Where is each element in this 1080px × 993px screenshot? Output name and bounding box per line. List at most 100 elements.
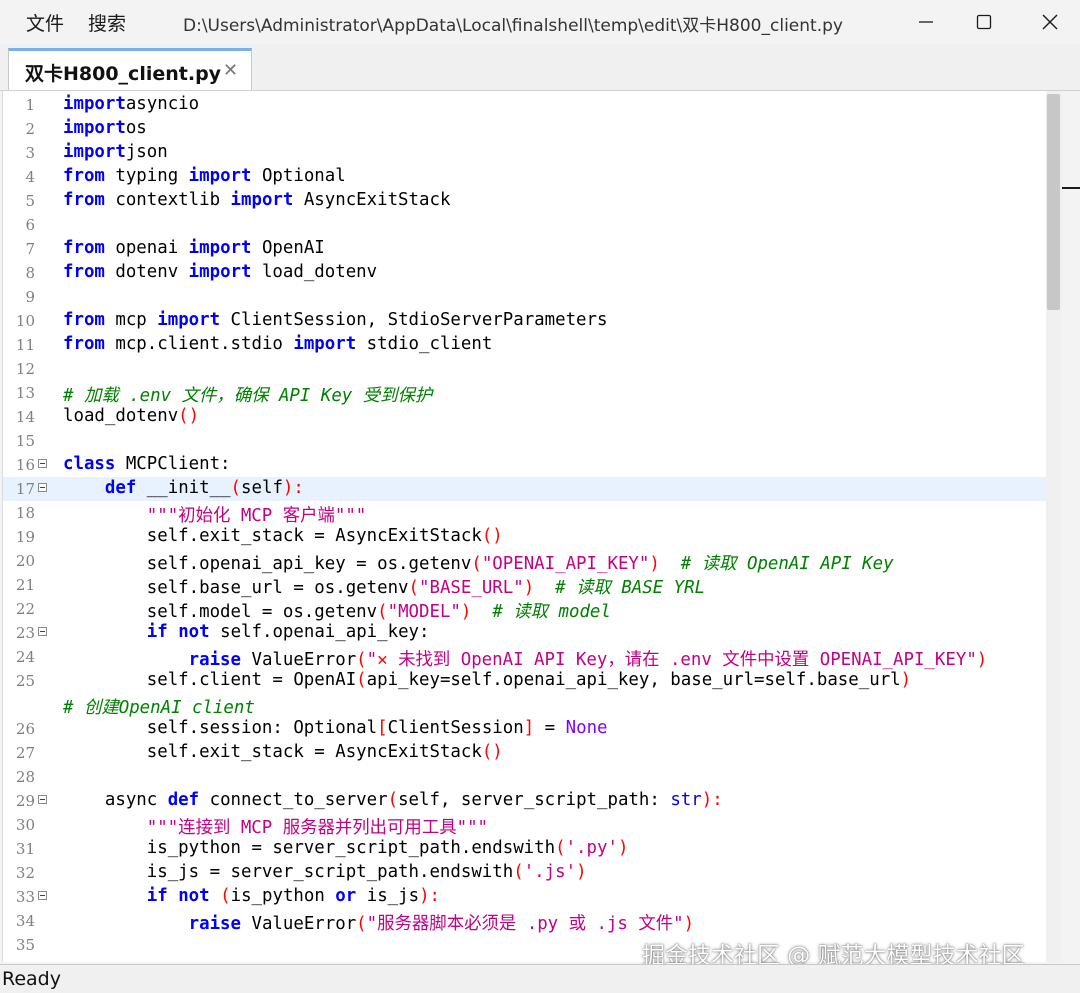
scrollbar-thumb[interactable] <box>1047 94 1060 310</box>
code-text: importasyncio <box>63 94 199 114</box>
code-token: import <box>188 262 252 282</box>
code-line[interactable]: 31 is_python = server_script_path.endswi… <box>3 837 1047 861</box>
code-token: import <box>293 334 357 354</box>
code-line[interactable]: 2 importos <box>3 117 1047 141</box>
code-token: () <box>178 406 200 426</box>
close-window-button[interactable] <box>1020 0 1080 44</box>
code-token: connect_to_server <box>199 790 388 810</box>
code-token: ) <box>649 554 660 574</box>
code-text: from typing import Optional <box>63 166 346 186</box>
fold-toggle-icon[interactable] <box>38 795 47 804</box>
code-line[interactable]: 7 from openai import OpenAI <box>3 237 1047 261</box>
code-line[interactable]: 10 from mcp import ClientSession, StdioSe… <box>3 309 1047 333</box>
code-token: Optional <box>251 166 346 186</box>
code-token: ( <box>377 602 388 622</box>
code-line[interactable]: 18 """初始化 MCP 客户端""" <box>3 501 1047 526</box>
code-line[interactable]: 24 raise ValueError("✕ 未找到 OpenAI API Ke… <box>3 645 1047 670</box>
code-line[interactable]: 20 self.openai_api_key = os.getenv("OPEN… <box>3 549 1047 574</box>
line-number: 33 <box>15 888 35 906</box>
line-number: 31 <box>15 840 35 858</box>
code-token: ) <box>976 650 988 670</box>
tab-label: 双卡H800_client.py <box>25 63 222 85</box>
code-token: raise <box>188 650 241 670</box>
code-token: ( <box>471 554 482 574</box>
code-line[interactable]: 16 class MCPClient: <box>3 453 1047 477</box>
code-token: ) <box>900 670 912 690</box>
code-token: = <box>534 718 566 738</box>
code-line[interactable]: 3 importjson <box>3 141 1047 165</box>
code-line[interactable]: 19 self.exit_stack = AsyncExitStack() <box>3 525 1047 549</box>
code-token: ValueError <box>241 650 357 670</box>
code-token: from <box>63 238 105 258</box>
code-line[interactable]: 21 self.base_url = os.getenv("BASE_URL")… <box>3 573 1047 599</box>
code-line[interactable]: 22 self.model = os.getenv("MODEL") # 读取 … <box>3 597 1047 622</box>
menu-file[interactable]: 文件 <box>26 9 64 36</box>
line-number: 4 <box>25 168 35 186</box>
code-line[interactable]: 8 from dotenv import load_dotenv <box>3 261 1047 285</box>
line-number: 6 <box>25 216 35 234</box>
fold-toggle-icon[interactable] <box>38 483 47 492</box>
code-line[interactable]: 32 is_js = server_script_path.endswith('… <box>3 861 1047 885</box>
code-text: async def connect_to_server(self, server… <box>63 790 723 810</box>
tab-file[interactable]: 双卡H800_client.py ✕ <box>8 48 252 90</box>
code-line[interactable]: 29 async def connect_to_server(self, ser… <box>3 789 1047 813</box>
code-line[interactable]: 12 <box>3 357 1047 381</box>
code-token: ( <box>220 886 231 906</box>
code-line[interactable]: 30 """连接到 MCP 服务器并列出可用工具""" <box>3 813 1047 839</box>
code-token: [ <box>377 718 388 738</box>
fold-toggle-icon[interactable] <box>38 459 47 468</box>
code-line[interactable]: 23 if not self.openai_api_key: <box>3 621 1047 645</box>
code-line[interactable]: 28 <box>3 765 1047 789</box>
fold-toggle-icon[interactable] <box>38 891 47 900</box>
code-line[interactable]: 9 <box>3 285 1047 309</box>
code-line[interactable]: 11 from mcp.client.stdio import stdio_cli… <box>3 333 1047 357</box>
code-text: importos <box>63 118 147 138</box>
code-token: ) <box>460 602 472 622</box>
code-token: import <box>188 166 252 186</box>
code-token: def <box>104 478 137 498</box>
menu-search[interactable]: 搜索 <box>88 9 126 36</box>
code-token: ( <box>230 478 242 498</box>
code-line[interactable]: 34 raise ValueError("服务器脚本必须是 .py 或 .js … <box>3 909 1047 934</box>
code-line[interactable]: 15 <box>3 429 1047 453</box>
code-line[interactable]: 17 def __init__(self): <box>3 477 1047 501</box>
line-number: 34 <box>15 912 35 930</box>
code-token: is_python = server_script_path.endswith <box>63 838 556 858</box>
line-number: 27 <box>15 744 35 762</box>
fold-toggle-icon[interactable] <box>38 627 47 636</box>
code-token: None <box>565 718 608 738</box>
minimize-button[interactable] <box>896 0 956 44</box>
code-line[interactable]: 4 from typing import Optional <box>3 165 1047 189</box>
code-token: load_dotenv <box>63 406 179 426</box>
code-token: '.js' <box>523 862 577 882</box>
code-token: self.exit_stack = AsyncExitStack <box>63 742 482 762</box>
line-number: 28 <box>15 768 35 786</box>
code-text: load_dotenv() <box>63 406 199 426</box>
code-line[interactable]: 33 if not (is_python or is_js): <box>3 885 1047 909</box>
code-line[interactable]: 27 self.exit_stack = AsyncExitStack() <box>3 741 1047 765</box>
code-line[interactable]: 1 importasyncio <box>3 93 1047 117</box>
code-text: """连接到 MCP 服务器并列出可用工具""" <box>63 814 488 839</box>
code-token: import <box>63 94 126 114</box>
code-line[interactable]: 26 self.session: Optional[ClientSession]… <box>3 717 1047 741</box>
code-token: api_key=self.openai_api_key, base_url=se… <box>366 670 901 690</box>
code-line[interactable]: 14 load_dotenv() <box>3 405 1047 429</box>
tab-close-icon[interactable]: ✕ <box>223 60 238 81</box>
code-line[interactable]: 5 from contextlib import AsyncExitStack <box>3 189 1047 213</box>
code-line[interactable]: # 创建OpenAI client <box>3 693 1047 718</box>
code-line[interactable]: 6 <box>3 213 1047 237</box>
line-number: 15 <box>15 432 35 450</box>
code-text: if not (is_python or is_js): <box>63 886 440 906</box>
code-editor[interactable]: 1 importasyncio 2 importos 3 importjson 4 from … <box>2 91 1047 962</box>
code-text: self.base_url = os.getenv("BASE_URL") # … <box>63 574 705 599</box>
code-text: from dotenv import load_dotenv <box>63 262 377 282</box>
maximize-button[interactable] <box>954 0 1014 44</box>
code-line[interactable]: 25 self.client = OpenAI(api_key=self.ope… <box>3 669 1047 693</box>
code-token: ( <box>555 838 566 858</box>
code-token: ( <box>356 670 367 690</box>
code-line[interactable]: 13 # 加载 .env 文件，确保 API Key 受到保护 <box>3 381 1047 406</box>
line-number: 14 <box>15 408 35 426</box>
